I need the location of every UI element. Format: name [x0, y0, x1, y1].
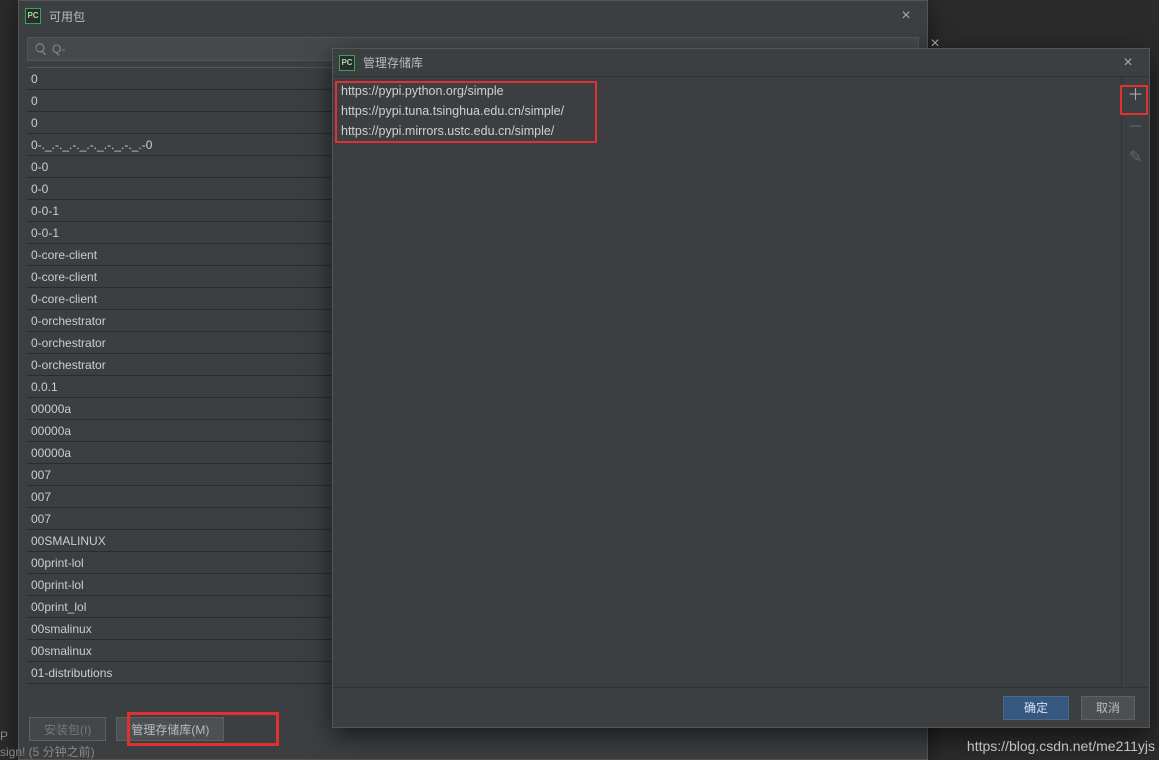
- close-icon[interactable]: ×: [1113, 48, 1143, 78]
- dialog-title: 可用包: [49, 8, 891, 25]
- cancel-button[interactable]: 取消: [1081, 696, 1135, 720]
- search-placeholder: Q-: [52, 42, 65, 56]
- repository-item[interactable]: https://pypi.mirrors.ustc.edu.cn/simple/: [339, 121, 1115, 141]
- status-bar-fragment: P sign! (5 分钟之前): [0, 729, 95, 760]
- manage-repositories-button[interactable]: 管理存储库(M): [116, 717, 224, 741]
- dialog-body: https://pypi.python.org/simplehttps://py…: [333, 77, 1149, 687]
- repository-list[interactable]: https://pypi.python.org/simplehttps://py…: [333, 77, 1121, 687]
- watermark-text: https://blog.csdn.net/me211yjs: [967, 738, 1155, 754]
- ok-button[interactable]: 确定: [1003, 696, 1069, 720]
- dialog-footer: 确定 取消: [333, 687, 1149, 727]
- repository-toolbar: ＋ － ✎: [1121, 77, 1149, 687]
- close-icon[interactable]: ×: [891, 1, 921, 31]
- pycharm-icon: PC: [25, 8, 41, 24]
- add-icon[interactable]: ＋: [1126, 83, 1146, 103]
- repository-item[interactable]: https://pypi.tuna.tsinghua.edu.cn/simple…: [339, 101, 1115, 121]
- search-icon: [34, 42, 48, 56]
- dialog-title: 管理存储库: [363, 54, 1113, 71]
- edit-icon: ✎: [1126, 147, 1146, 167]
- manage-repositories-dialog: PC 管理存储库 × https://pypi.python.org/simpl…: [332, 48, 1150, 728]
- dialog-title-bar: PC 可用包 ×: [19, 1, 927, 31]
- remove-icon: －: [1126, 115, 1146, 135]
- repository-item[interactable]: https://pypi.python.org/simple: [339, 81, 1115, 101]
- dialog-title-bar: PC 管理存储库 ×: [333, 49, 1149, 77]
- pycharm-icon: PC: [339, 55, 355, 71]
